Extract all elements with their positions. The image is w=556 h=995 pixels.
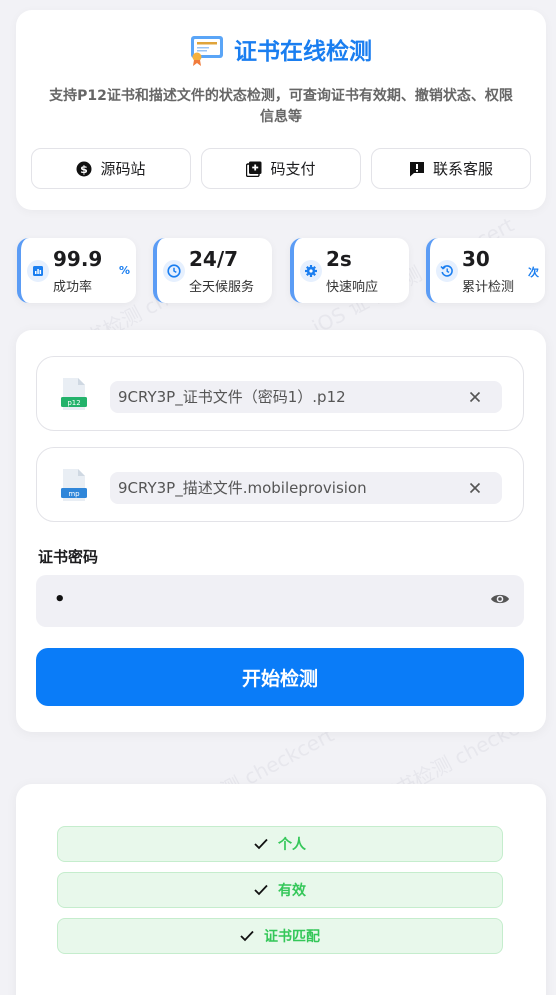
result-label: 个人 [278, 837, 306, 853]
code-pay-button[interactable]: 码支付 [201, 148, 361, 189]
contact-support-button[interactable]: 联系客服 [371, 148, 531, 189]
start-check-button[interactable]: 开始检测 [36, 648, 524, 706]
p12-file-name: 9CRY3P_证书文件（密码1）.p12 [118, 388, 346, 406]
contact-support-label: 联系客服 [432, 160, 493, 178]
app-title: 证书在线检测 [234, 39, 372, 65]
result-item: 个人 [57, 826, 503, 862]
dollar-icon: $ [76, 161, 92, 177]
app-subtitle: 支持P12证书和描述文件的状态检测，可查询证书有效期、撤销状态、权限信息等 [49, 88, 513, 125]
result-item: 有效 [57, 872, 503, 908]
svg-text:$: $ [81, 163, 89, 176]
history-icon [436, 260, 458, 282]
header-card: 证书在线检测 支持P12证书和描述文件的状态检测，可查询证书有效期、撤销状态、权… [16, 10, 546, 210]
stat-value: 99.9 [53, 247, 103, 271]
source-site-button[interactable]: $ 源码站 [31, 148, 191, 189]
stat-service-hours: 24/7 全天候服务 [153, 238, 272, 303]
close-icon [469, 482, 481, 494]
code-pay-label: 码支付 [270, 160, 316, 178]
stat-success-rate: 99.9 成功率 % [17, 238, 136, 303]
stat-response-time: 2s 快速响应 [290, 238, 409, 303]
plus-square-icon [246, 161, 262, 177]
password-field[interactable]: • [36, 575, 524, 627]
stat-label: 成功率 [53, 280, 93, 295]
check-icon [240, 927, 254, 946]
mp-badge: mp [68, 490, 80, 498]
gear-icon [300, 260, 322, 282]
title-row: 证书在线检测 [16, 32, 546, 66]
chart-icon [27, 260, 49, 282]
stat-unit: % [118, 264, 130, 277]
stat-total-checks: 30 累计检测 次 [426, 238, 545, 303]
check-form-card: p12 9CRY3P_证书文件（密码1）.p12 mp 9CRY3P_描述文件.… [16, 330, 546, 732]
close-icon [469, 391, 481, 403]
p12-file-name-field: 9CRY3P_证书文件（密码1）.p12 [110, 381, 502, 413]
stat-value: 2s [326, 247, 352, 271]
stat-unit: 次 [528, 266, 539, 279]
password-label: 证书密码 [38, 548, 99, 566]
p12-file-icon: p12 [61, 377, 87, 411]
results-card: 个人 有效 证书匹配 [16, 784, 546, 995]
certificate-icon [190, 32, 224, 66]
mobileprovision-file-name-field: 9CRY3P_描述文件.mobileprovision [110, 472, 502, 504]
result-label: 有效 [278, 883, 306, 899]
source-site-label: 源码站 [100, 160, 146, 178]
password-value: • [54, 589, 66, 610]
check-icon [254, 881, 268, 900]
stat-value: 30 [462, 247, 490, 271]
clear-mobileprovision-button[interactable] [460, 472, 490, 504]
eye-icon[interactable] [490, 591, 510, 610]
chat-icon [409, 161, 425, 177]
link-button-row: $ 源码站 码支付 联系客服 [31, 148, 531, 189]
p12-badge: p12 [67, 399, 80, 407]
stat-value: 24/7 [189, 247, 239, 271]
result-label: 证书匹配 [264, 929, 320, 945]
check-icon [254, 835, 268, 854]
mobileprovision-file-icon: mp [61, 468, 87, 502]
stat-label: 全天候服务 [189, 280, 255, 295]
stat-label: 累计检测 [462, 280, 515, 295]
p12-file-upload[interactable]: p12 9CRY3P_证书文件（密码1）.p12 [36, 356, 524, 431]
mobileprovision-file-name: 9CRY3P_描述文件.mobileprovision [118, 479, 367, 497]
clock-icon [163, 260, 185, 282]
clear-p12-button[interactable] [460, 381, 490, 413]
stat-label: 快速响应 [326, 280, 379, 295]
result-item: 证书匹配 [57, 918, 503, 954]
mobileprovision-file-upload[interactable]: mp 9CRY3P_描述文件.mobileprovision [36, 447, 524, 522]
